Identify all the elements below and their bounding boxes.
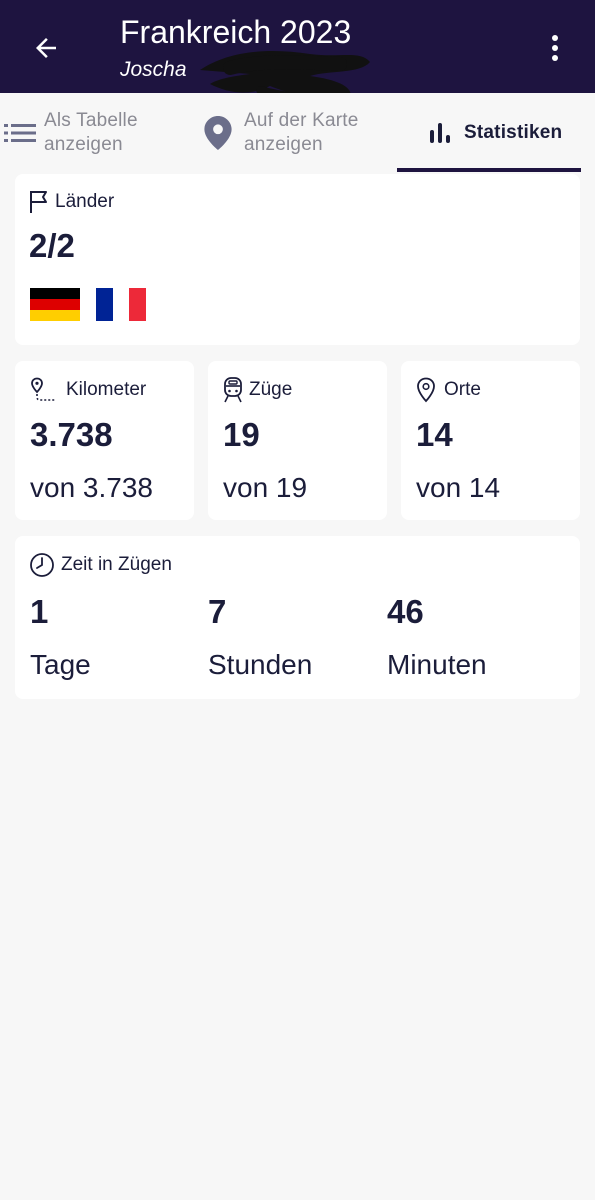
trains-value: 19 bbox=[223, 416, 260, 453]
tab-statistics[interactable]: Statistiken bbox=[428, 93, 562, 173]
app-bar: Frankreich 2023 Joscha bbox=[0, 0, 595, 106]
location-icon bbox=[417, 377, 435, 403]
more-vert-icon bbox=[552, 35, 558, 61]
places-total: von 14 bbox=[416, 472, 501, 503]
route-icon bbox=[31, 377, 55, 401]
countries-card: Länder 2/2 bbox=[15, 174, 580, 345]
minutes-label: Minuten bbox=[387, 649, 487, 680]
tab-bar: Als Tabelle anzeigen Auf der Karte anzei… bbox=[0, 93, 595, 173]
minutes-value: 46 bbox=[387, 593, 424, 630]
tab-statistics-label: Statistiken bbox=[464, 122, 563, 143]
tab-table-label-2: anzeigen bbox=[44, 134, 123, 155]
countries-label: Länder bbox=[55, 191, 115, 212]
tab-map[interactable]: Auf der Karte anzeigen bbox=[204, 93, 359, 173]
trains-total: von 19 bbox=[223, 472, 308, 503]
places-card: Orte 14 von 14 bbox=[401, 361, 580, 520]
list-icon bbox=[4, 124, 36, 142]
places-value: 14 bbox=[416, 416, 453, 453]
more-menu-button[interactable] bbox=[535, 24, 575, 72]
places-label: Orte bbox=[444, 379, 481, 400]
arrow-left-icon bbox=[36, 38, 56, 58]
page-subtitle: Joscha bbox=[120, 58, 187, 81]
days-value: 1 bbox=[30, 593, 49, 630]
days-label: Tage bbox=[30, 649, 91, 680]
bar-chart-icon bbox=[430, 123, 450, 143]
back-button[interactable] bbox=[22, 24, 70, 72]
countries-value: 2/2 bbox=[29, 227, 75, 264]
trains-card: Züge 19 von 19 bbox=[208, 361, 387, 520]
train-icon bbox=[224, 377, 242, 403]
kilometer-total: von 3.738 bbox=[30, 472, 153, 503]
tab-table-label: Als Tabelle bbox=[44, 110, 138, 131]
kilometer-card: Kilometer 3.738 von 3.738 bbox=[15, 361, 194, 520]
kilometer-value: 3.738 bbox=[30, 416, 113, 453]
tab-table[interactable]: Als Tabelle anzeigen bbox=[4, 93, 138, 173]
time-card: Zeit in Zügen 1 Tage 7 Stunden 46 Minute… bbox=[15, 536, 580, 699]
clock-icon bbox=[30, 553, 54, 577]
flag-icon bbox=[30, 191, 47, 213]
hours-label: Stunden bbox=[208, 649, 313, 680]
active-tab-indicator bbox=[397, 168, 581, 172]
flag-germany bbox=[30, 288, 80, 321]
flag-france bbox=[96, 288, 147, 321]
tab-map-label-2: anzeigen bbox=[244, 134, 323, 155]
hours-value: 7 bbox=[208, 593, 227, 630]
kilometer-label: Kilometer bbox=[66, 379, 147, 400]
map-pin-icon bbox=[204, 116, 232, 150]
time-label: Zeit in Zügen bbox=[61, 554, 172, 575]
tab-map-label: Auf der Karte bbox=[244, 110, 359, 131]
trains-label: Züge bbox=[249, 379, 293, 400]
